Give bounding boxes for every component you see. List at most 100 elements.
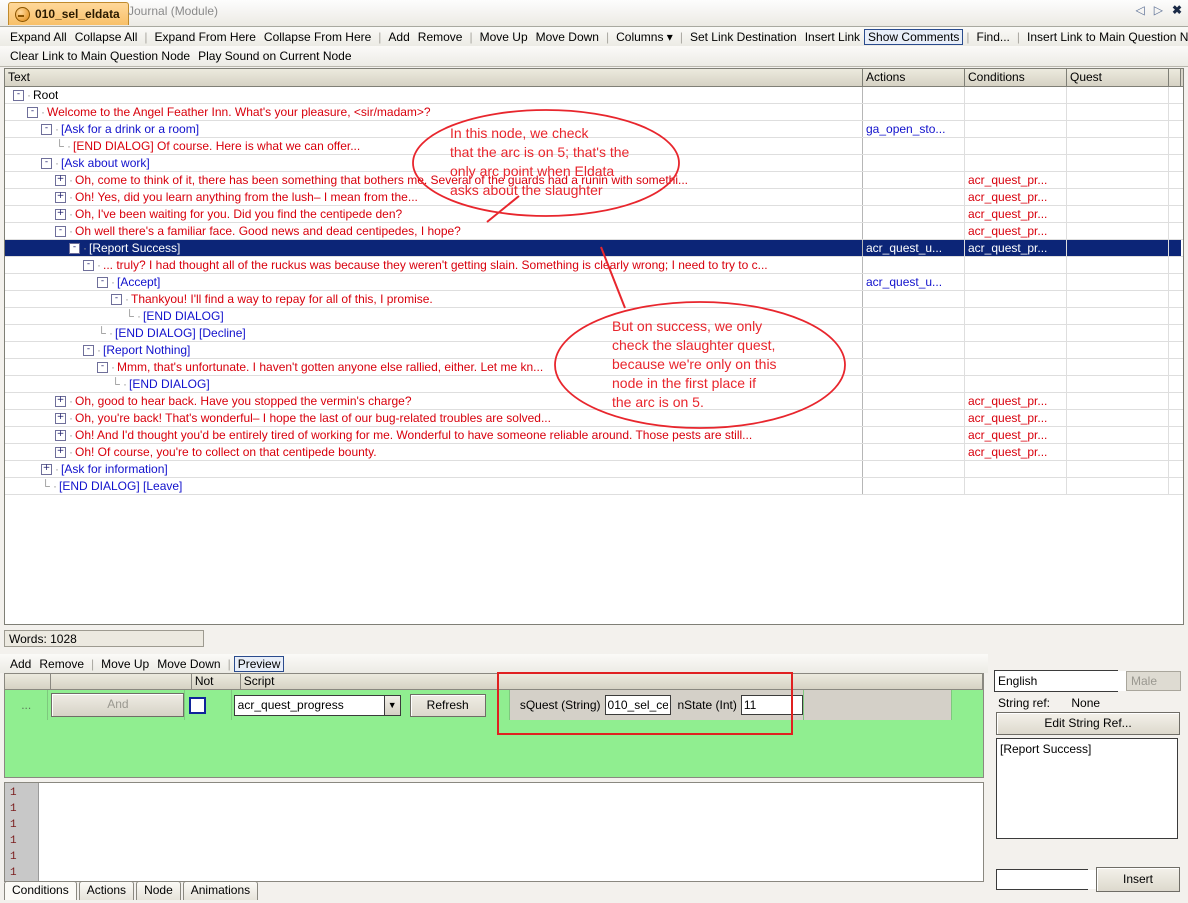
expand-icon[interactable]: + [55, 446, 66, 458]
tree-cell-quest[interactable] [1067, 308, 1169, 324]
tree-row[interactable]: - · [Ask about work] [5, 155, 1183, 172]
tree-cell-text[interactable]: + · Oh, I've been waiting for you. Did you… [5, 206, 863, 222]
tree-cell-actions[interactable] [863, 376, 965, 392]
tree-cell-actions[interactable] [863, 359, 965, 375]
tree-cell-conditions[interactable]: acr_quest_pr... [965, 206, 1067, 222]
tree-cell-actions[interactable]: ga_open_sto... [863, 121, 965, 137]
tree-cell-quest[interactable] [1067, 461, 1169, 477]
toolbar-button-show-comments[interactable]: Show Comments [864, 28, 964, 45]
tree-cell-conditions[interactable] [965, 104, 1067, 120]
tree-cell-text[interactable]: + · Oh, come to think of it, there has bee… [5, 172, 863, 188]
tree-row[interactable]: - · [Report Success] acr_quest_u... acr_ques… [5, 240, 1183, 257]
collapse-icon[interactable]: - [55, 225, 66, 237]
collapse-icon[interactable]: - [41, 157, 52, 169]
tree-cell-actions[interactable] [863, 223, 965, 239]
toolbar-button-expand-from-here[interactable]: Expand From Here [151, 29, 260, 45]
expand-icon[interactable]: + [55, 208, 66, 220]
expand-icon[interactable]: + [55, 174, 66, 186]
tree-cell-quest[interactable] [1067, 359, 1169, 375]
toolbar-button-clear-link-to-main-question-node[interactable]: Clear Link to Main Question Node [6, 48, 194, 64]
toolbar-button-remove[interactable]: Remove [414, 29, 467, 45]
toolbar-button-insert-link[interactable]: Insert Link [801, 29, 864, 45]
column-header-actions[interactable]: Actions [863, 69, 965, 86]
tree-cell-text[interactable]: └ · [END DIALOG] [5, 376, 863, 392]
tree-cell-conditions[interactable] [965, 308, 1067, 324]
collapse-icon[interactable]: - [97, 276, 108, 288]
tree-row[interactable]: - · Root [5, 87, 1183, 104]
tree-row[interactable]: - · [Accept] acr_quest_u... [5, 274, 1183, 291]
tree-cell-conditions[interactable] [965, 461, 1067, 477]
tree-cell-text[interactable]: - · Oh well there's a familiar face. Good … [5, 223, 863, 239]
tree-cell-conditions[interactable] [965, 87, 1067, 103]
tree-cell-conditions[interactable]: acr_quest_pr... [965, 172, 1067, 188]
tree-cell-quest[interactable] [1067, 104, 1169, 120]
tree-cell-actions[interactable] [863, 138, 965, 154]
tree-cell-text[interactable]: + · Oh, good to hear back. Have you stoppe… [5, 393, 863, 409]
toolbar-button-collapse-from-here[interactable]: Collapse From Here [260, 29, 375, 45]
tree-cell-conditions[interactable]: acr_quest_pr... [965, 444, 1067, 460]
insert-token-combobox[interactable]: ▼ [996, 869, 1167, 890]
tree-row[interactable]: + · Oh, come to think of it, there has bee… [5, 172, 1183, 189]
tree-cell-text[interactable]: - · Welcome to the Angel Feather Inn. What… [5, 104, 863, 120]
tree-cell-conditions[interactable] [965, 274, 1067, 290]
tree-cell-text[interactable]: └ · [END DIALOG] [5, 308, 863, 324]
toolbar-button-play-sound-on-current-node[interactable]: Play Sound on Current Node [194, 48, 355, 64]
string-text-area[interactable]: [Report Success] [996, 738, 1178, 839]
tree-cell-quest[interactable] [1067, 138, 1169, 154]
tree-cell-conditions[interactable] [965, 155, 1067, 171]
tree-cell-text[interactable]: - · [Report Success] [5, 240, 863, 256]
tree-cell-actions[interactable] [863, 155, 965, 171]
toolbar-button-move-up[interactable]: Move Up [476, 29, 532, 45]
tree-cell-text[interactable]: + · Oh! And I'd thought you'd be entirely … [5, 427, 863, 443]
script-cell[interactable]: ▼ Refresh [231, 690, 510, 720]
tree-cell-actions[interactable] [863, 444, 965, 460]
tree-cell-actions[interactable] [863, 393, 965, 409]
params-cell[interactable]: sQuest (String) nState (Int) [509, 690, 804, 720]
column-header-conditions[interactable]: Conditions [965, 69, 1067, 86]
toolbar-button-set-link-destination[interactable]: Set Link Destination [686, 29, 801, 45]
tree-cell-text[interactable]: - · Root [5, 87, 863, 103]
collapse-icon[interactable]: - [13, 89, 24, 101]
tree-cell-quest[interactable] [1067, 206, 1169, 222]
tree-cell-quest[interactable] [1067, 427, 1169, 443]
tree-cell-conditions[interactable] [965, 376, 1067, 392]
tree-cell-actions[interactable] [863, 410, 965, 426]
chevron-down-icon[interactable]: ▼ [383, 695, 400, 715]
tree-cell-quest[interactable] [1067, 189, 1169, 205]
dialog-tree-grid[interactable]: Text Actions Conditions Quest - · Root - · We… [4, 68, 1184, 625]
tree-cell-actions[interactable] [863, 257, 965, 273]
tree-row[interactable]: - · Welcome to the Angel Feather Inn. What… [5, 104, 1183, 121]
tree-cell-text[interactable]: - · [Accept] [5, 274, 863, 290]
script-input[interactable] [234, 695, 384, 715]
collapse-icon[interactable]: - [97, 361, 108, 373]
tree-cell-text[interactable]: - ·... truly? I had thought all of the ru… [5, 257, 863, 273]
tree-cell-actions[interactable] [863, 104, 965, 120]
refresh-button[interactable]: Refresh [409, 693, 486, 717]
tree-cell-conditions[interactable] [965, 257, 1067, 273]
expand-icon[interactable]: + [55, 412, 66, 424]
tree-cell-text[interactable]: - · Mmm, that's unfortunate. I haven't got… [5, 359, 863, 375]
tree-cell-actions[interactable] [863, 87, 965, 103]
tab-animations[interactable]: Animations [182, 881, 259, 900]
tree-row[interactable]: - · Thankyou! I'll find a way to repay for… [5, 291, 1183, 308]
cond-toolbar-button-move-down[interactable]: Move Down [153, 656, 224, 672]
tree-cell-quest[interactable] [1067, 172, 1169, 188]
tree-cell-conditions[interactable]: acr_quest_pr... [965, 223, 1067, 239]
tree-cell-actions[interactable] [863, 427, 965, 443]
tree-cell-conditions[interactable]: acr_quest_pr... [965, 393, 1067, 409]
language-combobox[interactable]: ▼ [994, 670, 1165, 692]
tree-cell-conditions[interactable] [965, 121, 1067, 137]
conditions-grid[interactable]: Not Script ... And ▼ Refresh sQuest (Str… [4, 673, 984, 778]
collapse-icon[interactable]: - [41, 123, 52, 135]
tree-cell-quest[interactable] [1067, 376, 1169, 392]
param1-field[interactable] [604, 695, 672, 715]
param1-input[interactable] [605, 696, 671, 714]
tree-cell-text[interactable]: └ · [END DIALOG] Of course. Here is what w… [5, 138, 863, 154]
tree-cell-quest[interactable] [1067, 257, 1169, 273]
tree-cell-text[interactable]: - · [Ask about work] [5, 155, 863, 171]
insert-button[interactable]: Insert [1096, 867, 1180, 892]
tree-cell-quest[interactable] [1067, 410, 1169, 426]
tree-cell-actions[interactable] [863, 172, 965, 188]
tree-cell-conditions[interactable] [965, 291, 1067, 307]
not-checkbox[interactable] [189, 696, 207, 714]
